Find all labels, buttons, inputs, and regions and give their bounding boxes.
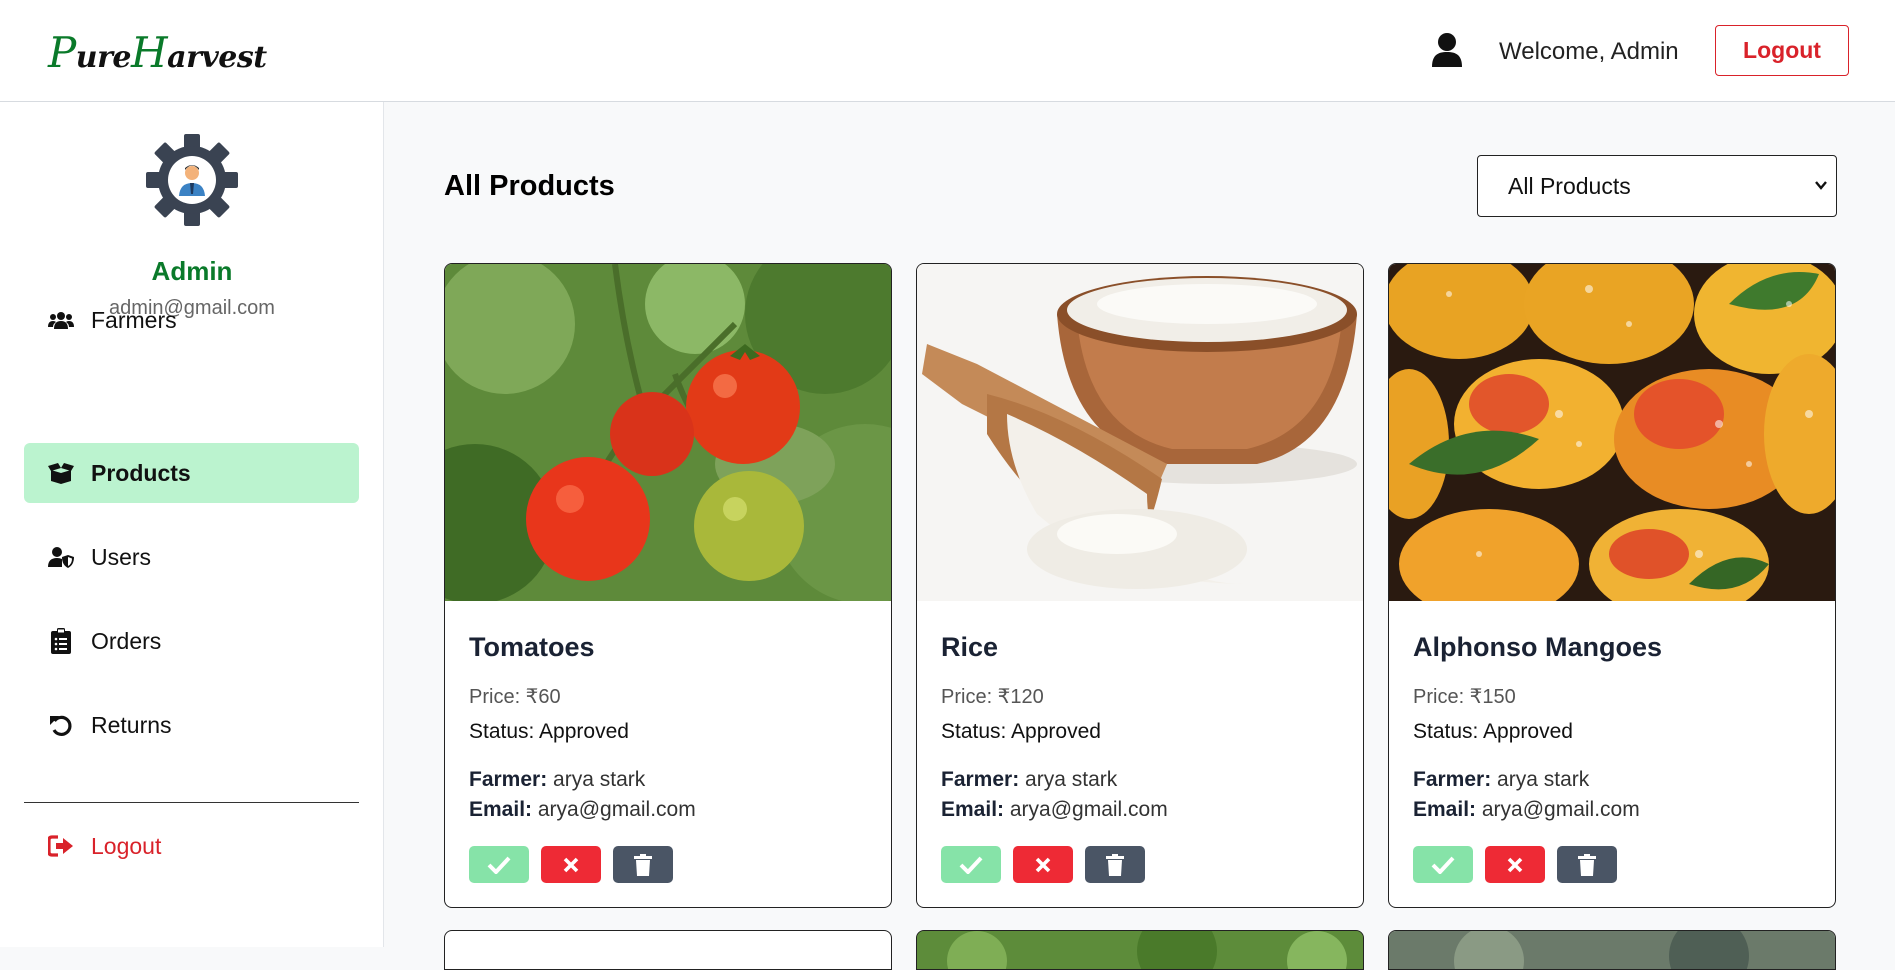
undo-icon [48,712,74,738]
sidebar-item-returns[interactable]: Returns [24,695,359,755]
email-label: Email: [1413,798,1477,821]
sidebar-divider [24,802,359,803]
product-name: Rice [941,632,999,662]
product-card: Rice Price: ₹120 Status: Approved Farmer… [916,263,1364,908]
product-card: Alphonso Mangoes Price: ₹150 Status: App… [1388,263,1836,908]
trash-icon [1578,853,1596,876]
filter-selected-value: All Products [1508,172,1631,199]
product-farmer-email: Email: arya@gmail.com [1413,798,1640,822]
sidebar-item-users[interactable]: Users [24,527,359,587]
sidebar-item-label: Orders [91,627,162,654]
reject-button[interactable] [1013,846,1073,883]
sidebar-item-label: Returns [91,711,172,738]
check-icon [1431,856,1455,874]
product-farmer: Farmer: arya stark [469,768,645,792]
reject-button[interactable] [1485,846,1545,883]
check-icon [959,856,983,874]
product-name: Tomatoes [469,632,595,662]
trash-icon [634,853,652,876]
close-icon [1507,857,1523,872]
farmer-value: arya stark [1497,768,1590,791]
product-price: Price: ₹120 [941,686,1044,708]
product-status: Status: Approved [941,720,1101,743]
welcome-text: Welcome, Admin [1499,38,1679,65]
email-label: Email: [941,798,1005,821]
farmer-label: Farmer: [1413,768,1492,791]
brand-logo[interactable]: PureHarvest [48,28,267,77]
header-logout-button[interactable]: Logout [1715,25,1849,76]
product-farmer: Farmer: arya stark [1413,768,1589,792]
product-image-mangoes [1389,264,1835,601]
approve-button[interactable] [941,846,1001,883]
farmer-label: Farmer: [469,768,548,791]
logo-text-arvest: arvest [167,40,267,75]
email-value: arya@gmail.com [1481,798,1640,821]
farmer-label: Farmer: [941,768,1020,791]
sidebar-item-label: Farmers [91,306,177,333]
product-farmer-email: Email: arya@gmail.com [469,798,696,822]
approve-button[interactable] [1413,846,1473,883]
close-icon [563,857,579,872]
logo-letter-p: P [48,28,76,77]
sidebar-item-products[interactable]: Products [24,443,359,503]
sidebar-logout-button[interactable]: Logout [24,816,359,876]
product-image-rice [917,264,1363,601]
sidebar-logout-label: Logout [91,832,162,859]
top-navbar: PureHarvest Welcome, Admin Logout [0,0,1895,102]
admin-gear-avatar-icon [146,134,238,226]
product-card-partial [916,930,1364,970]
check-icon [487,856,511,874]
email-label: Email: [469,798,533,821]
product-farmer-email: Email: arya@gmail.com [941,798,1168,822]
product-farmer: Farmer: arya stark [941,768,1117,792]
main-content: All Products All Products Tomatoes Price… [385,102,1895,970]
sign-out-icon [48,833,74,859]
product-card: Tomatoes Price: ₹60 Status: Approved Far… [444,263,892,908]
trash-icon [1106,853,1124,876]
product-name: Alphonso Mangoes [1413,632,1662,662]
product-price: Price: ₹60 [469,686,561,708]
sidebar-item-label: Users [91,543,152,570]
product-card-partial [1388,930,1836,970]
product-card-partial [444,930,892,970]
user-shield-icon [48,544,74,570]
email-value: arya@gmail.com [1009,798,1168,821]
logo-letter-h: H [130,28,168,77]
sidebar-item-label: Products [91,459,191,486]
logo-text-ure: ure [75,40,132,75]
close-icon [1035,857,1051,872]
product-status: Status: Approved [1413,720,1573,743]
product-price: Price: ₹150 [1413,686,1516,708]
clipboard-list-icon [48,628,74,654]
reject-button[interactable] [541,846,601,883]
chevron-down-icon [1815,181,1827,190]
sidebar-item-farmers[interactable]: Farmers [24,290,359,350]
sidebar: Admin admin@gmail.com Farmers Products U… [0,102,384,947]
delete-button[interactable] [613,846,673,883]
sidebar-item-orders[interactable]: Orders [24,611,359,671]
delete-button[interactable] [1085,846,1145,883]
farmer-value: arya stark [553,768,646,791]
delete-button[interactable] [1557,846,1617,883]
admin-name: Admin [151,256,233,286]
page-title: All Products [444,170,615,202]
user-icon [1432,33,1462,67]
approve-button[interactable] [469,846,529,883]
product-filter-select[interactable]: All Products [1477,155,1837,217]
farmer-value: arya stark [1025,768,1118,791]
email-value: arya@gmail.com [537,798,696,821]
users-icon [48,307,74,333]
product-status: Status: Approved [469,720,629,743]
product-image-tomatoes [445,264,891,601]
box-open-icon [48,460,74,486]
